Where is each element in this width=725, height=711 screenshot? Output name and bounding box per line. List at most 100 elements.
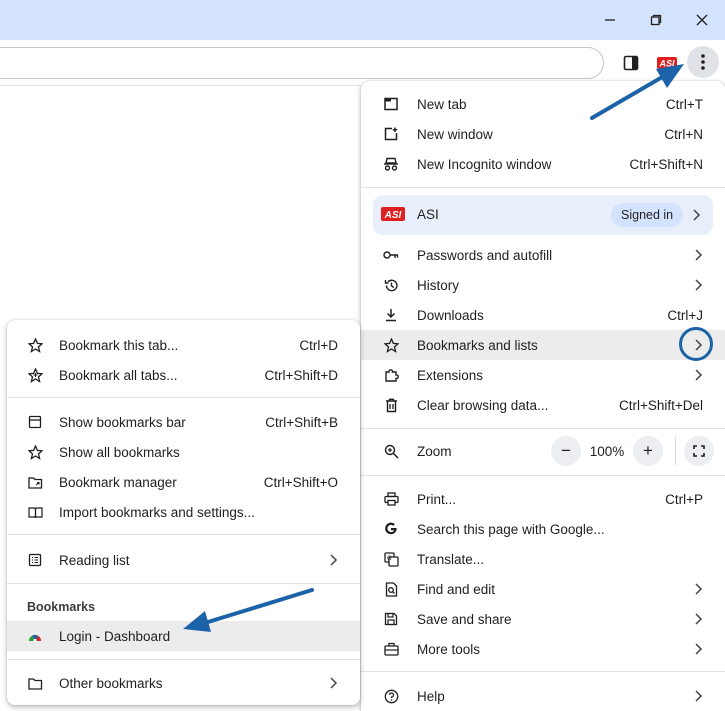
shortcut-label: Ctrl+Shift+B (265, 414, 338, 430)
zoom-divider (675, 437, 676, 465)
chevron-right-icon (695, 279, 703, 291)
title-bar (0, 0, 725, 40)
menu-item-show-all-bookmarks[interactable]: Show all bookmarks (7, 437, 360, 467)
menu-item-label: Import bookmarks and settings... (59, 504, 255, 520)
menu-item-new-tab[interactable]: New tab Ctrl+T (361, 89, 725, 119)
menu-divider (7, 659, 360, 660)
fullscreen-button[interactable] (684, 436, 714, 466)
menu-item-passwords-and-autofill[interactable]: Passwords and autofill (361, 240, 725, 270)
side-panel-button[interactable] (616, 48, 646, 78)
shortcut-label: Ctrl+Shift+N (629, 156, 703, 172)
menu-item-bookmarks-and-lists[interactable]: Bookmarks and lists (361, 330, 725, 360)
star-outline-icon (27, 337, 43, 353)
menu-item-search-with-google[interactable]: Search this page with Google... (361, 514, 725, 544)
menu-item-label: Reading list (59, 552, 130, 568)
bookmarks-section-heading: Bookmarks (27, 600, 96, 614)
menu-item-label: Bookmark this tab... (59, 337, 179, 353)
zoom-controls: − 100% + (551, 436, 714, 466)
star-outline-icon (27, 444, 43, 460)
side-panel-icon (623, 55, 639, 71)
asi-avatar: ASI (381, 206, 405, 222)
menu-divider (361, 428, 725, 429)
menu-item-bookmark-manager[interactable]: Bookmark manager Ctrl+Shift+O (7, 467, 360, 497)
menu-item-history[interactable]: History (361, 270, 725, 300)
chevron-right-icon (695, 249, 703, 261)
menu-item-other-bookmarks[interactable]: Other bookmarks (7, 668, 360, 698)
menu-item-more-tools[interactable]: More tools (361, 634, 725, 664)
google-icon (383, 521, 399, 537)
menu-item-clear-browsing-data[interactable]: Clear browsing data... Ctrl+Shift+Del (361, 390, 725, 420)
bookmarks-bar-icon (27, 414, 43, 430)
restore-button[interactable] (641, 6, 671, 34)
bookmark-login-dashboard[interactable]: Login - Dashboard (7, 621, 360, 651)
key-icon (383, 247, 399, 263)
browser-toolbar: ASI (0, 40, 725, 86)
find-icon (383, 581, 399, 597)
profile-row[interactable]: ASI ASI Signed in (373, 195, 713, 235)
menu-item-reading-list[interactable]: Reading list (7, 545, 360, 575)
menu-divider (361, 671, 725, 672)
menu-item-show-bookmarks-bar[interactable]: Show bookmarks bar Ctrl+Shift+B (7, 407, 360, 437)
folder-link-icon (27, 474, 43, 490)
menu-divider (361, 187, 725, 188)
zoom-out-button[interactable]: − (551, 436, 581, 466)
import-icon (27, 504, 43, 520)
menu-item-translate[interactable]: G Translate... (361, 544, 725, 574)
menu-item-label: Bookmark manager (59, 474, 177, 490)
chevron-right-icon (695, 369, 703, 381)
menu-item-help[interactable]: Help (361, 681, 725, 711)
menu-item-label: Translate... (417, 551, 485, 567)
menu-item-label: Login - Dashboard (59, 628, 171, 644)
address-bar[interactable] (0, 47, 604, 79)
star-icon (383, 337, 399, 353)
menu-item-label: Extensions (417, 367, 484, 383)
shortcut-label: Ctrl+Shift+D (264, 367, 338, 383)
menu-divider (7, 397, 360, 398)
chevron-right-icon (695, 583, 703, 595)
menu-item-bookmark-this-tab[interactable]: Bookmark this tab... Ctrl+D (7, 330, 360, 360)
menu-item-save-and-share[interactable]: Save and share (361, 604, 725, 634)
menu-item-label: Passwords and autofill (417, 247, 553, 263)
save-icon (383, 611, 399, 627)
menu-item-extensions[interactable]: Extensions (361, 360, 725, 390)
shortcut-label: Ctrl+Shift+Del (618, 397, 703, 413)
menu-item-new-window[interactable]: New window Ctrl+N (361, 119, 725, 149)
reading-list-icon (27, 552, 43, 568)
star-plus-icon (27, 367, 43, 383)
svg-text:ASI: ASI (384, 210, 402, 221)
menu-item-label: Other bookmarks (59, 675, 163, 691)
menu-item-label: Show all bookmarks (59, 444, 180, 460)
folder-icon (27, 675, 43, 691)
menu-item-import-bookmarks[interactable]: Import bookmarks and settings... (7, 497, 360, 527)
asi-logo-icon: ASI (657, 57, 677, 69)
annotation-circle (679, 327, 713, 361)
menu-item-bookmark-all-tabs[interactable]: Bookmark all tabs... Ctrl+Shift+D (7, 360, 360, 390)
menu-item-label: More tools (417, 641, 481, 657)
trash-icon (383, 397, 399, 413)
minimize-button[interactable] (595, 6, 625, 34)
menu-item-label: Search this page with Google... (417, 521, 605, 537)
close-icon (696, 14, 708, 26)
menu-item-new-incognito-window[interactable]: New Incognito window Ctrl+Shift+N (361, 149, 725, 179)
menu-item-label: New tab (417, 96, 467, 112)
shortcut-label: Ctrl+N (664, 126, 703, 142)
new-window-icon (383, 126, 399, 142)
menu-item-label: Find and edit (417, 581, 496, 597)
zoom-icon (383, 443, 399, 459)
translate-icon: G (383, 551, 399, 567)
close-window-button[interactable] (687, 6, 717, 34)
chevron-right-icon (330, 677, 338, 689)
menu-item-find-and-edit[interactable]: Find and edit (361, 574, 725, 604)
menu-item-print[interactable]: Print... Ctrl+P (361, 484, 725, 514)
menu-item-label: Clear browsing data... (417, 397, 549, 413)
chrome-main-menu: New tab Ctrl+T New window Ctrl+N New Inc… (361, 81, 725, 711)
customize-menu-button[interactable] (687, 46, 719, 78)
chevron-right-icon (695, 643, 703, 655)
menu-divider (7, 583, 360, 584)
zoom-in-button[interactable]: + (633, 436, 663, 466)
asi-extension-button[interactable]: ASI (652, 48, 682, 78)
menu-divider (7, 534, 360, 535)
history-icon (383, 277, 399, 293)
shortcut-label: Ctrl+T (665, 96, 703, 112)
menu-item-downloads[interactable]: Downloads Ctrl+J (361, 300, 725, 330)
